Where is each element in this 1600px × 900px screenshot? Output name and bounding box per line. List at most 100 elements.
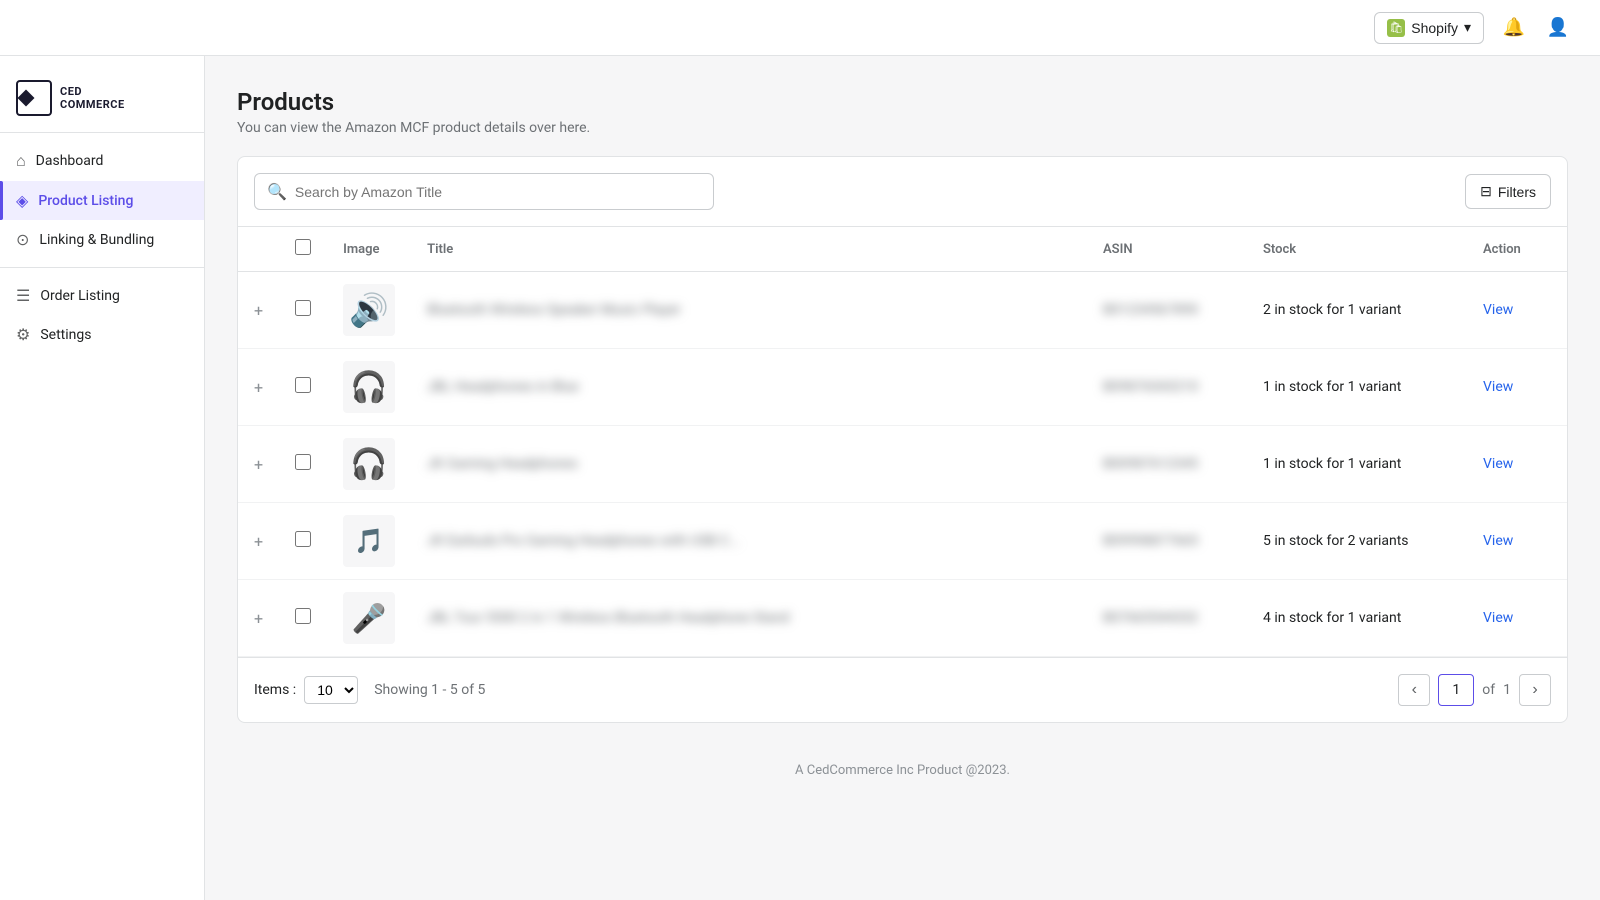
row-asin-cell: B09876543210 <box>1087 349 1247 426</box>
product-title: Bluetooth Wireless Speaker Music Player <box>427 302 681 318</box>
current-page: 1 <box>1438 674 1474 706</box>
row-stock-cell: 4 in stock for 1 variant <box>1247 580 1467 657</box>
row-action-cell: View <box>1467 580 1567 657</box>
total-pages: 1 <box>1503 682 1511 698</box>
row-checkbox-cell <box>279 426 327 503</box>
search-icon: 🔍 <box>267 182 287 201</box>
sidebar-item-dashboard[interactable]: ⌂ Dashboard <box>0 141 204 181</box>
row-checkbox-cell <box>279 503 327 580</box>
user-profile-button[interactable]: 👤 <box>1540 10 1576 46</box>
row-checkbox-cell <box>279 580 327 657</box>
row-stock-cell: 1 in stock for 1 variant <box>1247 349 1467 426</box>
sidebar: CED COMMERCE ⌂ Dashboard ◈ Product Listi… <box>0 56 205 900</box>
sidebar-item-order-listing[interactable]: ☰ Order Listing <box>0 276 204 315</box>
sidebar-item-settings[interactable]: ⚙ Settings <box>0 315 204 354</box>
search-input[interactable] <box>295 184 701 200</box>
app-layout: CED COMMERCE ⌂ Dashboard ◈ Product Listi… <box>0 56 1600 900</box>
row-expand-button[interactable]: + <box>238 503 279 580</box>
row-checkbox-cell <box>279 349 327 426</box>
footer: A CedCommerce Inc Product @2023. <box>237 739 1568 802</box>
row-title-cell: JK Earbuds Pro Gaming Headphones with US… <box>411 503 1087 580</box>
col-title: Title <box>411 227 1087 272</box>
settings-icon: ⚙ <box>16 325 30 344</box>
filter-icon: ⊟ <box>1480 183 1492 200</box>
logo-box <box>16 80 52 116</box>
product-image: 🎧 <box>343 438 395 490</box>
col-asin: ASIN <box>1087 227 1247 272</box>
row-image-cell: 🎧 <box>327 426 411 503</box>
sidebar-item-linking-bundling[interactable]: ⊙ Linking & Bundling <box>0 220 204 259</box>
row-action-cell: View <box>1467 426 1567 503</box>
product-asin: B09876543210 <box>1103 379 1198 395</box>
row-expand-button[interactable]: + <box>238 580 279 657</box>
sidebar-item-label: Settings <box>40 327 91 343</box>
row-asin-cell: B09998877665 <box>1087 503 1247 580</box>
view-product-link[interactable]: View <box>1483 610 1513 626</box>
view-product-link[interactable]: View <box>1483 302 1513 318</box>
row-image-cell: 🎧 <box>327 349 411 426</box>
dashboard-icon: ⌂ <box>16 151 26 171</box>
topbar: 🛍 Shopify ▾ 🔔 👤 <box>0 0 1600 56</box>
row-asin-cell: B07665544332 <box>1087 580 1247 657</box>
items-label: Items : <box>254 682 296 698</box>
notification-bell-button[interactable]: 🔔 <box>1496 10 1532 46</box>
view-product-link[interactable]: View <box>1483 533 1513 549</box>
product-icon: 🎧 <box>350 447 387 482</box>
sidebar-item-label: Dashboard <box>36 153 104 169</box>
product-stock: 1 in stock for 1 variant <box>1263 456 1401 472</box>
items-per-page-select[interactable]: 10 20 50 <box>304 676 358 704</box>
product-asin: B07665544332 <box>1103 610 1198 626</box>
topbar-icons: 🔔 👤 <box>1496 10 1576 46</box>
shopify-button[interactable]: 🛍 Shopify ▾ <box>1374 12 1484 44</box>
products-table: Image Title ASIN Stock Action + 🔊 <box>238 227 1567 657</box>
product-image: 🎤 <box>343 592 395 644</box>
col-stock: Stock <box>1247 227 1467 272</box>
row-expand-button[interactable]: + <box>238 272 279 349</box>
footer-text: A CedCommerce Inc Product @2023. <box>795 763 1010 778</box>
row-checkbox[interactable] <box>295 608 311 624</box>
row-image-cell: 🎵 <box>327 503 411 580</box>
logo-area: CED COMMERCE <box>0 72 204 133</box>
product-stock: 1 in stock for 1 variant <box>1263 379 1401 395</box>
table-row: + 🎧 JBL Headphones in Blue B09876543210 … <box>238 349 1567 426</box>
row-checkbox[interactable] <box>295 531 311 547</box>
table-row: + 🎧 JK Gaming Headphones B00987612345 1 … <box>238 426 1567 503</box>
view-product-link[interactable]: View <box>1483 456 1513 472</box>
col-action: Action <box>1467 227 1567 272</box>
pagination: Items : 10 20 50 Showing 1 - 5 of 5 ‹ 1 … <box>238 657 1567 722</box>
table-header: Image Title ASIN Stock Action <box>238 227 1567 272</box>
product-title: JBL Headphones in Blue <box>427 379 579 395</box>
logo-text: CED COMMERCE <box>60 85 125 111</box>
row-checkbox[interactable] <box>295 300 311 316</box>
product-asin: B09998877665 <box>1103 533 1198 549</box>
view-product-link[interactable]: View <box>1483 379 1513 395</box>
row-asin-cell: B00987612345 <box>1087 426 1247 503</box>
table-row: + 🎵 JK Earbuds Pro Gaming Headphones wit… <box>238 503 1567 580</box>
row-checkbox[interactable] <box>295 454 311 470</box>
col-image: Image <box>327 227 411 272</box>
shopify-chevron-icon: ▾ <box>1464 19 1471 36</box>
row-checkbox[interactable] <box>295 377 311 393</box>
row-expand-button[interactable]: + <box>238 426 279 503</box>
table-toolbar: 🔍 ⊟ Filters <box>238 157 1567 227</box>
logo-diamond-icon <box>18 90 35 107</box>
row-stock-cell: 2 in stock for 1 variant <box>1247 272 1467 349</box>
product-icon: 🎤 <box>352 602 387 635</box>
sidebar-item-product-listing[interactable]: ◈ Product Listing <box>0 181 204 220</box>
product-stock: 2 in stock for 1 variant <box>1263 302 1401 318</box>
select-all-checkbox[interactable] <box>295 239 311 255</box>
nav-divider <box>0 267 204 268</box>
row-asin-cell: B01234567890 <box>1087 272 1247 349</box>
sidebar-item-label: Linking & Bundling <box>39 232 154 248</box>
page-title: Products <box>237 88 1568 116</box>
row-expand-button[interactable]: + <box>238 349 279 426</box>
table-row: + 🔊 Bluetooth Wireless Speaker Music Pla… <box>238 272 1567 349</box>
row-action-cell: View <box>1467 349 1567 426</box>
products-card: 🔍 ⊟ Filters Image Title ASIN <box>237 156 1568 723</box>
product-icon: 🔊 <box>349 291 389 329</box>
filter-button[interactable]: ⊟ Filters <box>1465 174 1551 209</box>
prev-page-button[interactable]: ‹ <box>1398 674 1430 706</box>
search-box[interactable]: 🔍 <box>254 173 714 210</box>
next-page-button[interactable]: › <box>1519 674 1551 706</box>
page-subtitle: You can view the Amazon MCF product deta… <box>237 120 1568 136</box>
